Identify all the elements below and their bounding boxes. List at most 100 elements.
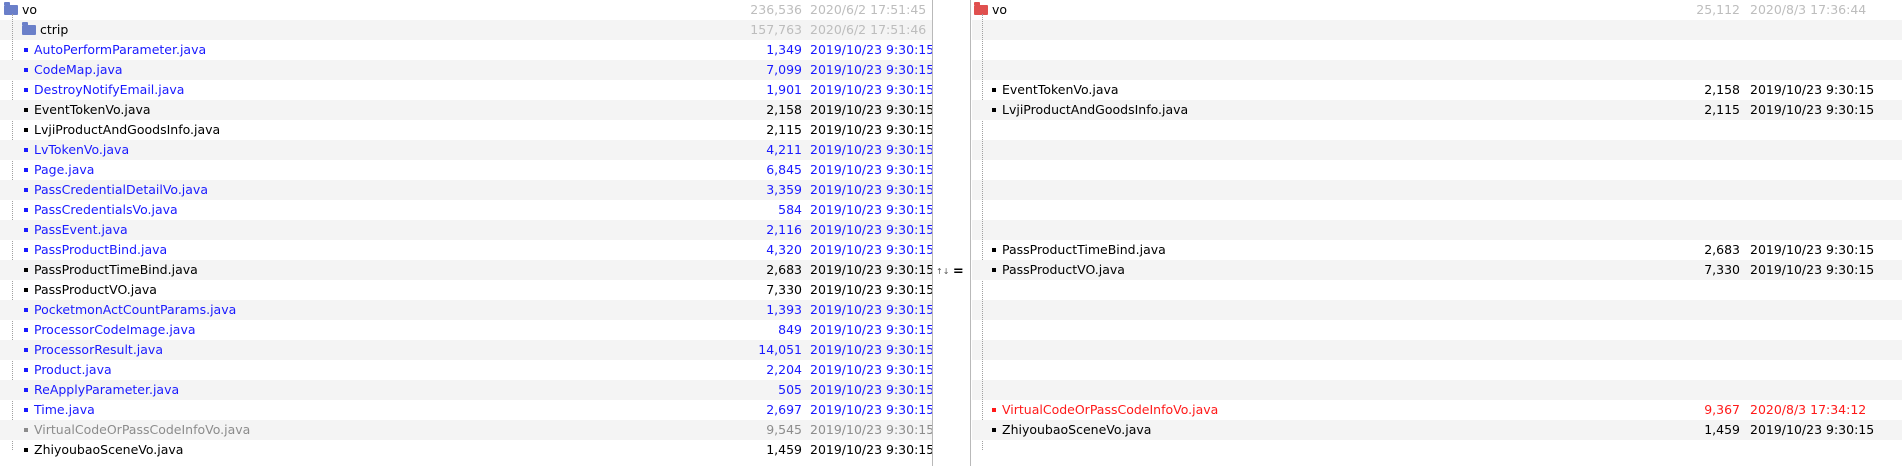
- file-row[interactable]: PassProductTimeBind.java 2,683 2019/10/23 …: [972, 240, 1902, 260]
- file-bullet-icon: [24, 327, 28, 332]
- file-date: 2019/10/23 9:30:15: [810, 402, 932, 417]
- file-bullet-icon: [24, 87, 28, 92]
- file-name-cell: PassEvent.java: [24, 220, 128, 240]
- file-name: PassProductVO.java: [34, 282, 157, 297]
- file-size: 584: [778, 202, 802, 217]
- file-row[interactable]: DestroyNotifyEmail.java 1,901 2019/10/23 9…: [0, 80, 932, 100]
- file-date: 2019/10/23 9:30:15: [810, 342, 932, 357]
- file-size: 2,697: [766, 402, 802, 417]
- file-date: 2019/10/23 9:30:15: [810, 302, 932, 317]
- file-name-cell: PassProductTimeBind.java: [992, 240, 1166, 260]
- file-row[interactable]: VirtualCodeOrPassCodeInfoVo.java 9,545 201…: [0, 420, 932, 440]
- right-splitter[interactable]: [970, 0, 971, 466]
- empty-row: [972, 340, 1902, 360]
- file-date: 2019/10/23 9:30:15: [810, 322, 932, 337]
- folder-icon: [22, 22, 36, 35]
- file-size: 7,330: [1704, 262, 1740, 277]
- file-row[interactable]: EventTokenVo.java 2,158 2019/10/23 9:30:15: [0, 100, 932, 120]
- file-name: LvjiProductAndGoodsInfo.java: [34, 122, 221, 137]
- file-name-cell: PassProductVO.java: [992, 260, 1125, 280]
- file-row[interactable]: AutoPerformParameter.java 1,349 2019/10/23…: [0, 40, 932, 60]
- file-row[interactable]: LvTokenVo.java 4,211 2019/10/23 9:30:15: [0, 140, 932, 160]
- file-row[interactable]: PassProductVO.java 7,330 2019/10/23 9:30:1…: [0, 280, 932, 300]
- file-name-cell: LvTokenVo.java: [24, 140, 129, 160]
- left-pane[interactable]: vo 236,536 2020/6/2 17:51:45 ctrip 157,763 20…: [0, 0, 932, 466]
- file-date: 2019/10/23 9:30:15: [1750, 102, 1875, 117]
- file-name: EventTokenVo.java: [1002, 82, 1119, 97]
- file-bullet-icon: [24, 67, 28, 72]
- file-row[interactable]: PassEvent.java 2,116 2019/10/23 9:30:15: [0, 220, 932, 240]
- file-row[interactable]: PocketmonActCountParams.java 1,393 2019/10…: [0, 300, 932, 320]
- file-size: 2,204: [766, 362, 802, 377]
- file-name-cell: AutoPerformParameter.java: [24, 40, 206, 60]
- file-size: 9,367: [1704, 402, 1740, 417]
- file-row[interactable]: Product.java 2,204 2019/10/23 9:30:15: [0, 360, 932, 380]
- file-date: 2019/10/23 9:30:15: [810, 422, 932, 437]
- file-name: CodeMap.java: [34, 62, 123, 77]
- file-name: ProcessorCodeImage.java: [34, 322, 196, 337]
- file-name: AutoPerformParameter.java: [34, 42, 207, 57]
- folder-row-root[interactable]: vo 25,112 2020/8/3 17:36:44: [972, 0, 1902, 20]
- empty-row: [972, 380, 1902, 400]
- file-size: 3,359: [766, 182, 802, 197]
- file-row[interactable]: LvjiProductAndGoodsInfo.java 2,115 2019/10…: [972, 100, 1902, 120]
- file-name-cell: LvjiProductAndGoodsInfo.java: [24, 120, 220, 140]
- file-row[interactable]: ReApplyParameter.java 505 2019/10/23 9:30:…: [0, 380, 932, 400]
- file-row[interactable]: PassProductTimeBind.java 2,683 2019/10/23 …: [0, 260, 932, 280]
- folder-date: 2020/8/3 17:36:44: [1750, 2, 1867, 17]
- file-row[interactable]: VirtualCodeOrPassCodeInfoVo.java 9,367 202…: [972, 400, 1902, 420]
- file-size: 849: [778, 322, 802, 337]
- left-splitter[interactable]: [932, 0, 933, 466]
- file-row[interactable]: PassProductVO.java 7,330 2019/10/23 9:30:1…: [972, 260, 1902, 280]
- file-row[interactable]: PassCredentialDetailVo.java 3,359 2019/10/…: [0, 180, 932, 200]
- file-row[interactable]: ProcessorResult.java 14,051 2019/10/23 9:3…: [0, 340, 932, 360]
- file-date: 2019/10/23 9:30:15: [810, 182, 932, 197]
- file-date: 2019/10/23 9:30:15: [810, 442, 932, 457]
- folder-row-ctrip[interactable]: ctrip 157,763 2020/6/2 17:51:46: [0, 20, 932, 40]
- file-date: 2019/10/23 9:30:15: [810, 362, 932, 377]
- file-bullet-icon: [24, 387, 28, 392]
- folder-open-icon: [4, 2, 18, 15]
- file-name-cell: LvjiProductAndGoodsInfo.java: [992, 100, 1188, 120]
- file-date: 2019/10/23 9:30:15: [810, 242, 932, 257]
- file-name-cell: VirtualCodeOrPassCodeInfoVo.java: [992, 400, 1218, 420]
- folder-label: vo: [22, 2, 38, 17]
- file-row[interactable]: Page.java 6,845 2019/10/23 9:30:15: [0, 160, 932, 180]
- file-row[interactable]: PassProductBind.java 4,320 2019/10/23 9:30…: [0, 240, 932, 260]
- folder-row-root[interactable]: vo 236,536 2020/6/2 17:51:45: [0, 0, 932, 20]
- right-pane[interactable]: vo 25,112 2020/8/3 17:36:44 EventTokenVo.ja…: [972, 0, 1902, 466]
- folder-date: 2020/6/2 17:51:46: [810, 22, 927, 37]
- equal-icon: =: [952, 264, 964, 279]
- file-row[interactable]: ZhiyoubaoSceneVo.java 1,459 2019/10/23 9:3…: [0, 440, 932, 460]
- file-row[interactable]: ZhiyoubaoSceneVo.java 1,459 2019/10/23 9:3…: [972, 420, 1902, 440]
- file-row[interactable]: ProcessorCodeImage.java 849 2019/10/23 9:3…: [0, 320, 932, 340]
- folder-open-icon: [974, 2, 988, 15]
- file-size: 2,158: [766, 102, 802, 117]
- file-row[interactable]: CodeMap.java 7,099 2019/10/23 9:30:15: [0, 60, 932, 80]
- file-name-cell: ProcessorResult.java: [24, 340, 163, 360]
- file-row[interactable]: EventTokenVo.java 2,158 2019/10/23 9:30:15: [972, 80, 1902, 100]
- file-name: ZhiyoubaoSceneVo.java: [34, 442, 184, 457]
- file-name-cell: PassCredentialsVo.java: [24, 200, 178, 220]
- file-name-cell: Product.java: [24, 360, 112, 380]
- file-size: 505: [778, 382, 802, 397]
- file-row[interactable]: LvjiProductAndGoodsInfo.java 2,115 2019/10…: [0, 120, 932, 140]
- file-name: VirtualCodeOrPassCodeInfoVo.java: [1002, 402, 1219, 417]
- empty-row: [972, 60, 1902, 80]
- file-bullet-icon: [24, 207, 28, 212]
- file-name-cell: VirtualCodeOrPassCodeInfoVo.java: [24, 420, 250, 440]
- file-bullet-icon: [24, 187, 28, 192]
- file-size: 1,459: [1704, 422, 1740, 437]
- file-date: 2019/10/23 9:30:15: [810, 222, 932, 237]
- file-date: 2019/10/23 9:30:15: [1750, 262, 1875, 277]
- file-row[interactable]: PassCredentialsVo.java 584 2019/10/23 9:30…: [0, 200, 932, 220]
- file-name: ProcessorResult.java: [34, 342, 163, 357]
- file-date: 2020/8/3 17:34:12: [1750, 402, 1867, 417]
- file-bullet-icon: [992, 407, 996, 412]
- file-name: PassProductTimeBind.java: [1002, 242, 1166, 257]
- file-row[interactable]: Time.java 2,697 2019/10/23 9:30:15: [0, 400, 932, 420]
- empty-row: [972, 220, 1902, 240]
- file-name: PassCredentialDetailVo.java: [34, 182, 208, 197]
- file-bullet-icon: [24, 427, 28, 432]
- file-bullet-icon: [24, 127, 28, 132]
